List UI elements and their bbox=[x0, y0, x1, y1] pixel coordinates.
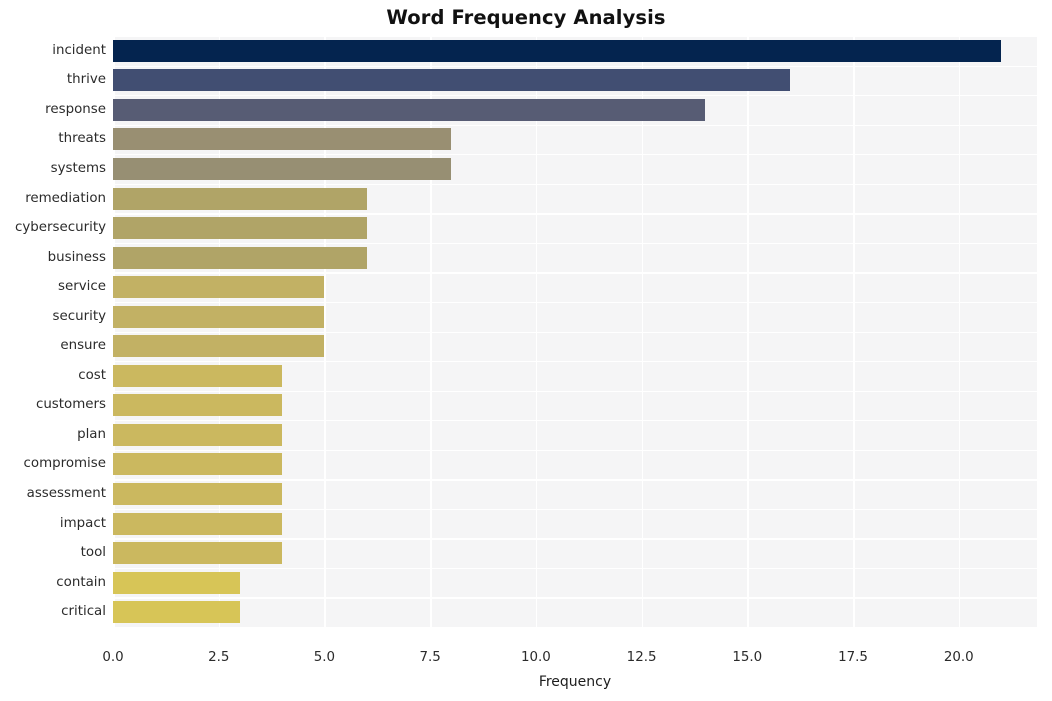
bar[interactable] bbox=[113, 394, 283, 417]
y-axis-tick-label: customers bbox=[35, 397, 106, 413]
y-gridline bbox=[113, 508, 1037, 511]
bar[interactable] bbox=[113, 187, 367, 210]
y-gridline bbox=[113, 390, 1037, 392]
y-gridline bbox=[113, 242, 1037, 245]
y-axis-tick-label: business bbox=[47, 249, 106, 265]
bar[interactable] bbox=[113, 246, 367, 269]
bar[interactable] bbox=[113, 69, 790, 92]
y-gridline bbox=[113, 420, 1037, 422]
y-gridline bbox=[113, 124, 1037, 126]
y-gridline bbox=[113, 627, 1037, 629]
x-axis-tick-label: 7.5 bbox=[419, 650, 441, 665]
y-axis-tick-label: cybersecurity bbox=[15, 220, 106, 236]
x-axis-tick-label: 10.0 bbox=[520, 650, 551, 665]
y-gridline bbox=[113, 36, 1037, 38]
bar[interactable] bbox=[113, 335, 325, 358]
y-axis-tick-label: thrive bbox=[66, 72, 106, 88]
x-axis-tick-label: 17.5 bbox=[838, 650, 868, 665]
y-gridline bbox=[113, 183, 1037, 186]
y-axis-tick-label: incident bbox=[52, 42, 106, 58]
bar[interactable] bbox=[113, 157, 452, 180]
y-gridline bbox=[113, 479, 1037, 481]
y-gridline bbox=[113, 597, 1037, 599]
bar[interactable] bbox=[113, 423, 283, 446]
y-axis-tick-label: contain bbox=[56, 574, 106, 590]
bar[interactable] bbox=[113, 128, 452, 151]
x-axis-tick-label: 5.0 bbox=[313, 650, 336, 665]
y-gridline bbox=[113, 449, 1037, 451]
y-gridline bbox=[113, 361, 1037, 363]
y-axis-tick-label: impact bbox=[59, 515, 106, 531]
bar[interactable] bbox=[113, 217, 367, 240]
y-gridline bbox=[113, 331, 1037, 333]
y-gridline bbox=[113, 213, 1037, 215]
y-gridline bbox=[113, 65, 1037, 67]
plot-area bbox=[113, 36, 1037, 629]
y-axis-tick-label: service bbox=[58, 279, 106, 295]
bar[interactable] bbox=[113, 364, 283, 387]
y-axis-tick-label: cost bbox=[78, 367, 106, 383]
y-axis-tick-label: compromise bbox=[23, 456, 106, 472]
y-axis-tick-label: remediation bbox=[25, 190, 106, 206]
bar[interactable] bbox=[113, 542, 283, 565]
y-gridline bbox=[113, 95, 1037, 97]
chart-title: Word Frequency Analysis bbox=[386, 6, 666, 29]
y-axis-tick-label: ensure bbox=[60, 338, 106, 354]
y-gridline bbox=[113, 538, 1037, 540]
x-axis-title: Frequency bbox=[538, 674, 612, 690]
bar[interactable] bbox=[113, 483, 283, 506]
bar[interactable] bbox=[113, 601, 240, 624]
y-gridline bbox=[113, 567, 1037, 570]
bar[interactable] bbox=[113, 512, 283, 535]
x-axis-tick-label: 12.5 bbox=[626, 650, 657, 665]
bar[interactable] bbox=[113, 571, 240, 594]
y-axis-tick-label: security bbox=[52, 308, 106, 324]
x-axis-tick-label: 20.0 bbox=[943, 650, 974, 665]
bar[interactable] bbox=[113, 276, 325, 299]
chart-figure: Word Frequency Analysis incident thrive re… bbox=[0, 0, 1052, 701]
bar[interactable] bbox=[113, 305, 325, 328]
x-axis-tick-label: 0.0 bbox=[102, 650, 124, 665]
x-axis-tick-label: 2.5 bbox=[208, 650, 230, 665]
y-gridline bbox=[113, 301, 1037, 304]
y-gridline bbox=[113, 272, 1037, 274]
y-axis-tick-label: systems bbox=[50, 160, 106, 176]
y-gridline bbox=[113, 154, 1037, 156]
bar[interactable] bbox=[113, 98, 706, 121]
y-axis-tick-label: plan bbox=[77, 426, 106, 442]
y-axis-labels: incident thrive response threats systems reme… bbox=[0, 36, 106, 627]
y-axis-tick-label: tool bbox=[80, 545, 106, 561]
y-axis-tick-label: critical bbox=[61, 604, 106, 620]
y-axis-tick-label: threats bbox=[58, 131, 106, 147]
bar[interactable] bbox=[113, 453, 283, 476]
bar[interactable] bbox=[113, 39, 1002, 62]
y-axis-tick-label: response bbox=[45, 101, 106, 117]
y-axis-tick-label: assessment bbox=[26, 486, 106, 502]
x-axis-tick-label: 15.0 bbox=[732, 650, 763, 665]
